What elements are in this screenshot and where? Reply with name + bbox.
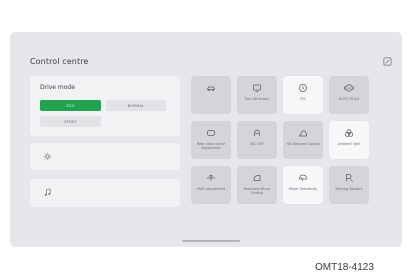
tile-wiper-sensitivity[interactable]: Wiper Sensitivity [283, 166, 323, 204]
tile-hud-adjustment[interactable]: HUD adjustment [191, 166, 231, 204]
mirror-fold-icon [253, 175, 261, 181]
car-icon [206, 86, 216, 91]
control-centre-screen: Control centre Drive mode ECO NORMAL SPO… [10, 32, 402, 247]
ambient-light-icon [345, 129, 353, 137]
tile-ps[interactable]: A P/S [283, 76, 323, 114]
tile-hill-descent[interactable]: Hill Descent Control [283, 121, 323, 159]
tile-label: Turn off screen [244, 97, 270, 101]
figure-caption: OMT18-4123 [315, 262, 374, 273]
drive-mode-eco-button[interactable]: ECO [40, 100, 101, 111]
tile-auto-hold[interactable]: A AUTO HOLD [329, 76, 369, 114]
screen-off-icon [253, 84, 261, 92]
tile-label: HUD adjustment [196, 187, 225, 191]
tile-label: Parking Sensors [335, 187, 363, 191]
drive-mode-label: Drive mode [40, 84, 75, 91]
parking-sensor-icon [346, 174, 353, 182]
tile-turn-off-screen[interactable]: Turn off screen [237, 76, 277, 114]
tile-label: Rearview Mirror Folding [243, 187, 271, 196]
brightness-icon [43, 152, 52, 161]
auto-hold-icon: A [299, 84, 307, 92]
drive-mode-sport-button[interactable]: SPORT [40, 116, 101, 127]
tile-label: AUTO HOLD [338, 97, 360, 101]
tile-ambient-light[interactable]: Ambient light [329, 121, 369, 159]
esc-off-icon [254, 129, 260, 137]
tile-rear-view-mirror[interactable]: Rear view mirror adjustment [191, 121, 231, 159]
tile-label: Hill Descent Control [286, 142, 320, 146]
drive-mode-panel: Drive mode ECO NORMAL SPORT [30, 76, 180, 136]
drive-mode-normal-button[interactable]: NORMAL [106, 100, 166, 111]
tile-car-setting[interactable] [191, 76, 231, 114]
hill-descent-icon [298, 130, 307, 137]
tile-label: P/S [300, 97, 306, 101]
music-note-icon [44, 188, 51, 196]
svg-text:A: A [348, 86, 351, 90]
tile-esc-off[interactable]: ESC OFF [237, 121, 277, 159]
page-title: Control centre [30, 57, 89, 66]
brightness-slider[interactable] [30, 143, 180, 170]
hud-icon [207, 174, 215, 181]
tile-mirror-folding[interactable]: Rearview Mirror Folding [237, 166, 277, 204]
wiper-icon [299, 174, 307, 181]
tile-parking-sensors[interactable]: Parking Sensors [329, 166, 369, 204]
tile-label: Rear view mirror adjustment [196, 142, 226, 151]
edit-icon[interactable] [383, 57, 392, 66]
svg-text:A: A [302, 85, 305, 90]
volume-slider[interactable] [30, 179, 180, 207]
tile-label: ESC OFF [249, 142, 265, 146]
panel-drag-handle[interactable] [182, 240, 240, 242]
tile-label: Wiper Sensitivity [288, 187, 318, 191]
tile-label: Ambient light [337, 142, 361, 146]
auto-hold-icon: A [344, 84, 354, 92]
mirror-icon [207, 130, 215, 136]
